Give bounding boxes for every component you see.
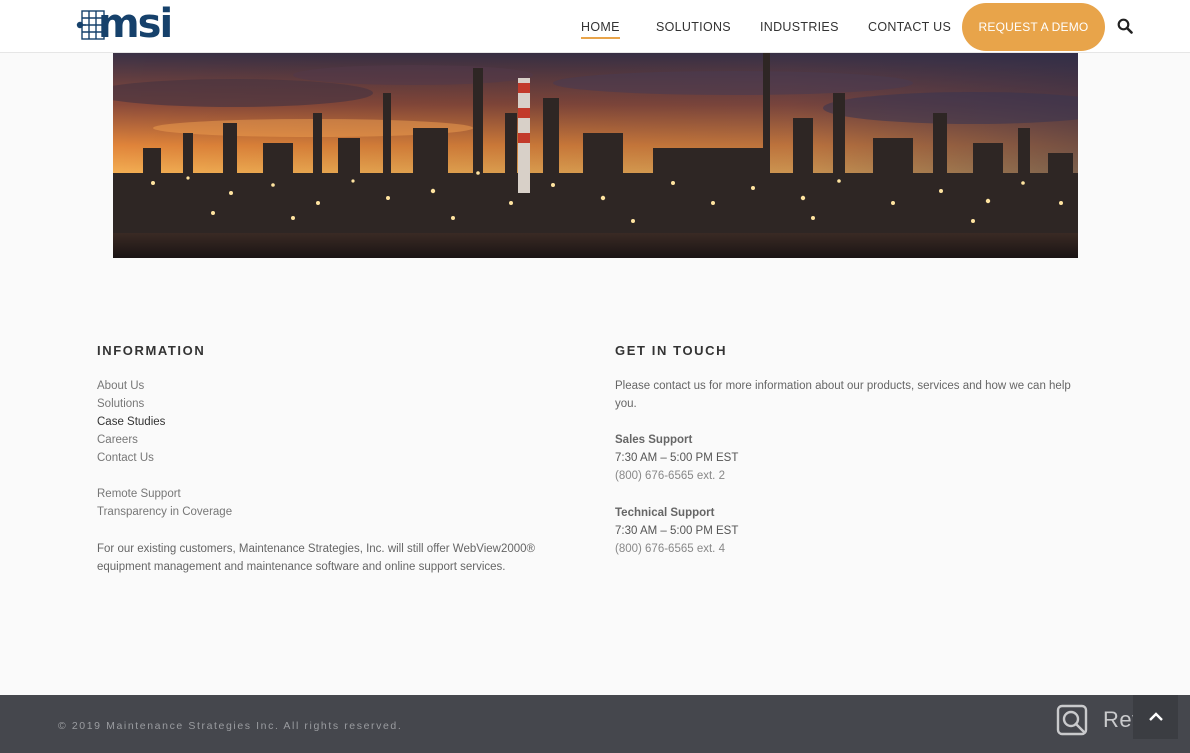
search-icon[interactable] [1117, 18, 1133, 34]
link-about-us[interactable]: About Us [97, 377, 165, 395]
link-transparency-in-coverage[interactable]: Transparency in Coverage [97, 503, 232, 521]
nav-solutions[interactable]: SOLUTIONS [656, 20, 731, 34]
support-links: Remote Support Transparency in Coverage [97, 485, 232, 521]
nav-home[interactable]: HOME [581, 20, 620, 39]
site-header: msi HOME SOLUTIONS INDUSTRIES CONTACT US… [0, 0, 1190, 53]
link-careers[interactable]: Careers [97, 431, 165, 449]
link-case-studies[interactable]: Case Studies [97, 413, 165, 431]
link-contact-us[interactable]: Contact Us [97, 449, 165, 467]
webview-note: For our existing customers, Maintenance … [97, 543, 536, 573]
information-heading: INFORMATION [97, 343, 206, 358]
footer-bar: © 2019 Maintenance Strategies Inc. All r… [0, 695, 1190, 753]
link-solutions[interactable]: Solutions [97, 395, 165, 413]
information-links: About Us Solutions Case Studies Careers … [97, 377, 165, 467]
contact-intro: Please contact us for more information a… [615, 380, 1071, 410]
link-remote-support[interactable]: Remote Support [97, 485, 232, 503]
technical-support-label: Technical Support [615, 507, 715, 519]
sales-support-phone[interactable]: (800) 676-6565 ext. 2 [615, 467, 738, 485]
technical-support-phone[interactable]: (800) 676-6565 ext. 4 [615, 540, 738, 558]
hero-refinery-image [113, 53, 1078, 258]
logo-wordmark: msi [98, 1, 173, 47]
sales-support-block: Sales Support 7:30 AM – 5:00 PM EST (800… [615, 431, 738, 485]
technical-support-hours: 7:30 AM – 5:00 PM EST [615, 525, 739, 537]
request-demo-button[interactable]: REQUEST A DEMO [962, 3, 1105, 51]
nav-industries[interactable]: INDUSTRIES [760, 20, 839, 34]
msi-logo[interactable]: msi [76, 1, 180, 47]
nav-contact-us[interactable]: CONTACT US [868, 20, 951, 34]
technical-support-block: Technical Support 7:30 AM – 5:00 PM EST … [615, 504, 738, 558]
copyright-text: © 2019 Maintenance Strategies Inc. All r… [58, 720, 403, 732]
contact-heading: GET IN TOUCH [615, 343, 728, 358]
chevron-up-icon [1148, 712, 1163, 721]
sales-support-hours: 7:30 AM – 5:00 PM EST [615, 452, 739, 464]
sales-support-label: Sales Support [615, 434, 693, 446]
revain-logo-icon [1056, 704, 1088, 736]
back-to-top-button[interactable] [1133, 695, 1178, 739]
